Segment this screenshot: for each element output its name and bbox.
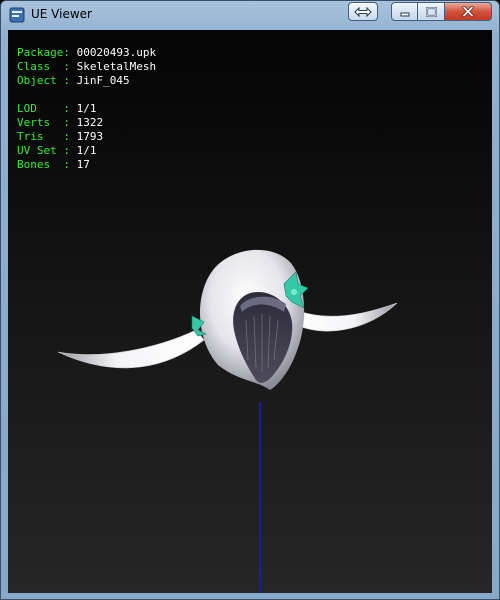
left-pigtail [57, 329, 205, 369]
swap-button[interactable] [348, 2, 378, 21]
minimize-icon [400, 12, 409, 16]
maximize-icon [425, 6, 437, 17]
hair-mesh-render [57, 249, 398, 390]
app-window: UE Viewer Package: 00020493.upk Class: … [0, 0, 500, 600]
title-bar[interactable]: UE Viewer [1, 1, 499, 29]
minimize-button[interactable] [391, 2, 418, 21]
right-pigtail [289, 302, 398, 332]
app-icon [9, 7, 25, 23]
mesh-viewport[interactable]: Package: 00020493.upk Class : SkeletalMe… [8, 30, 492, 593]
close-icon [462, 6, 474, 17]
swap-icon [354, 6, 372, 17]
window-title: UE Viewer [31, 7, 92, 21]
close-button[interactable] [445, 2, 492, 21]
maximize-button[interactable] [418, 2, 445, 21]
